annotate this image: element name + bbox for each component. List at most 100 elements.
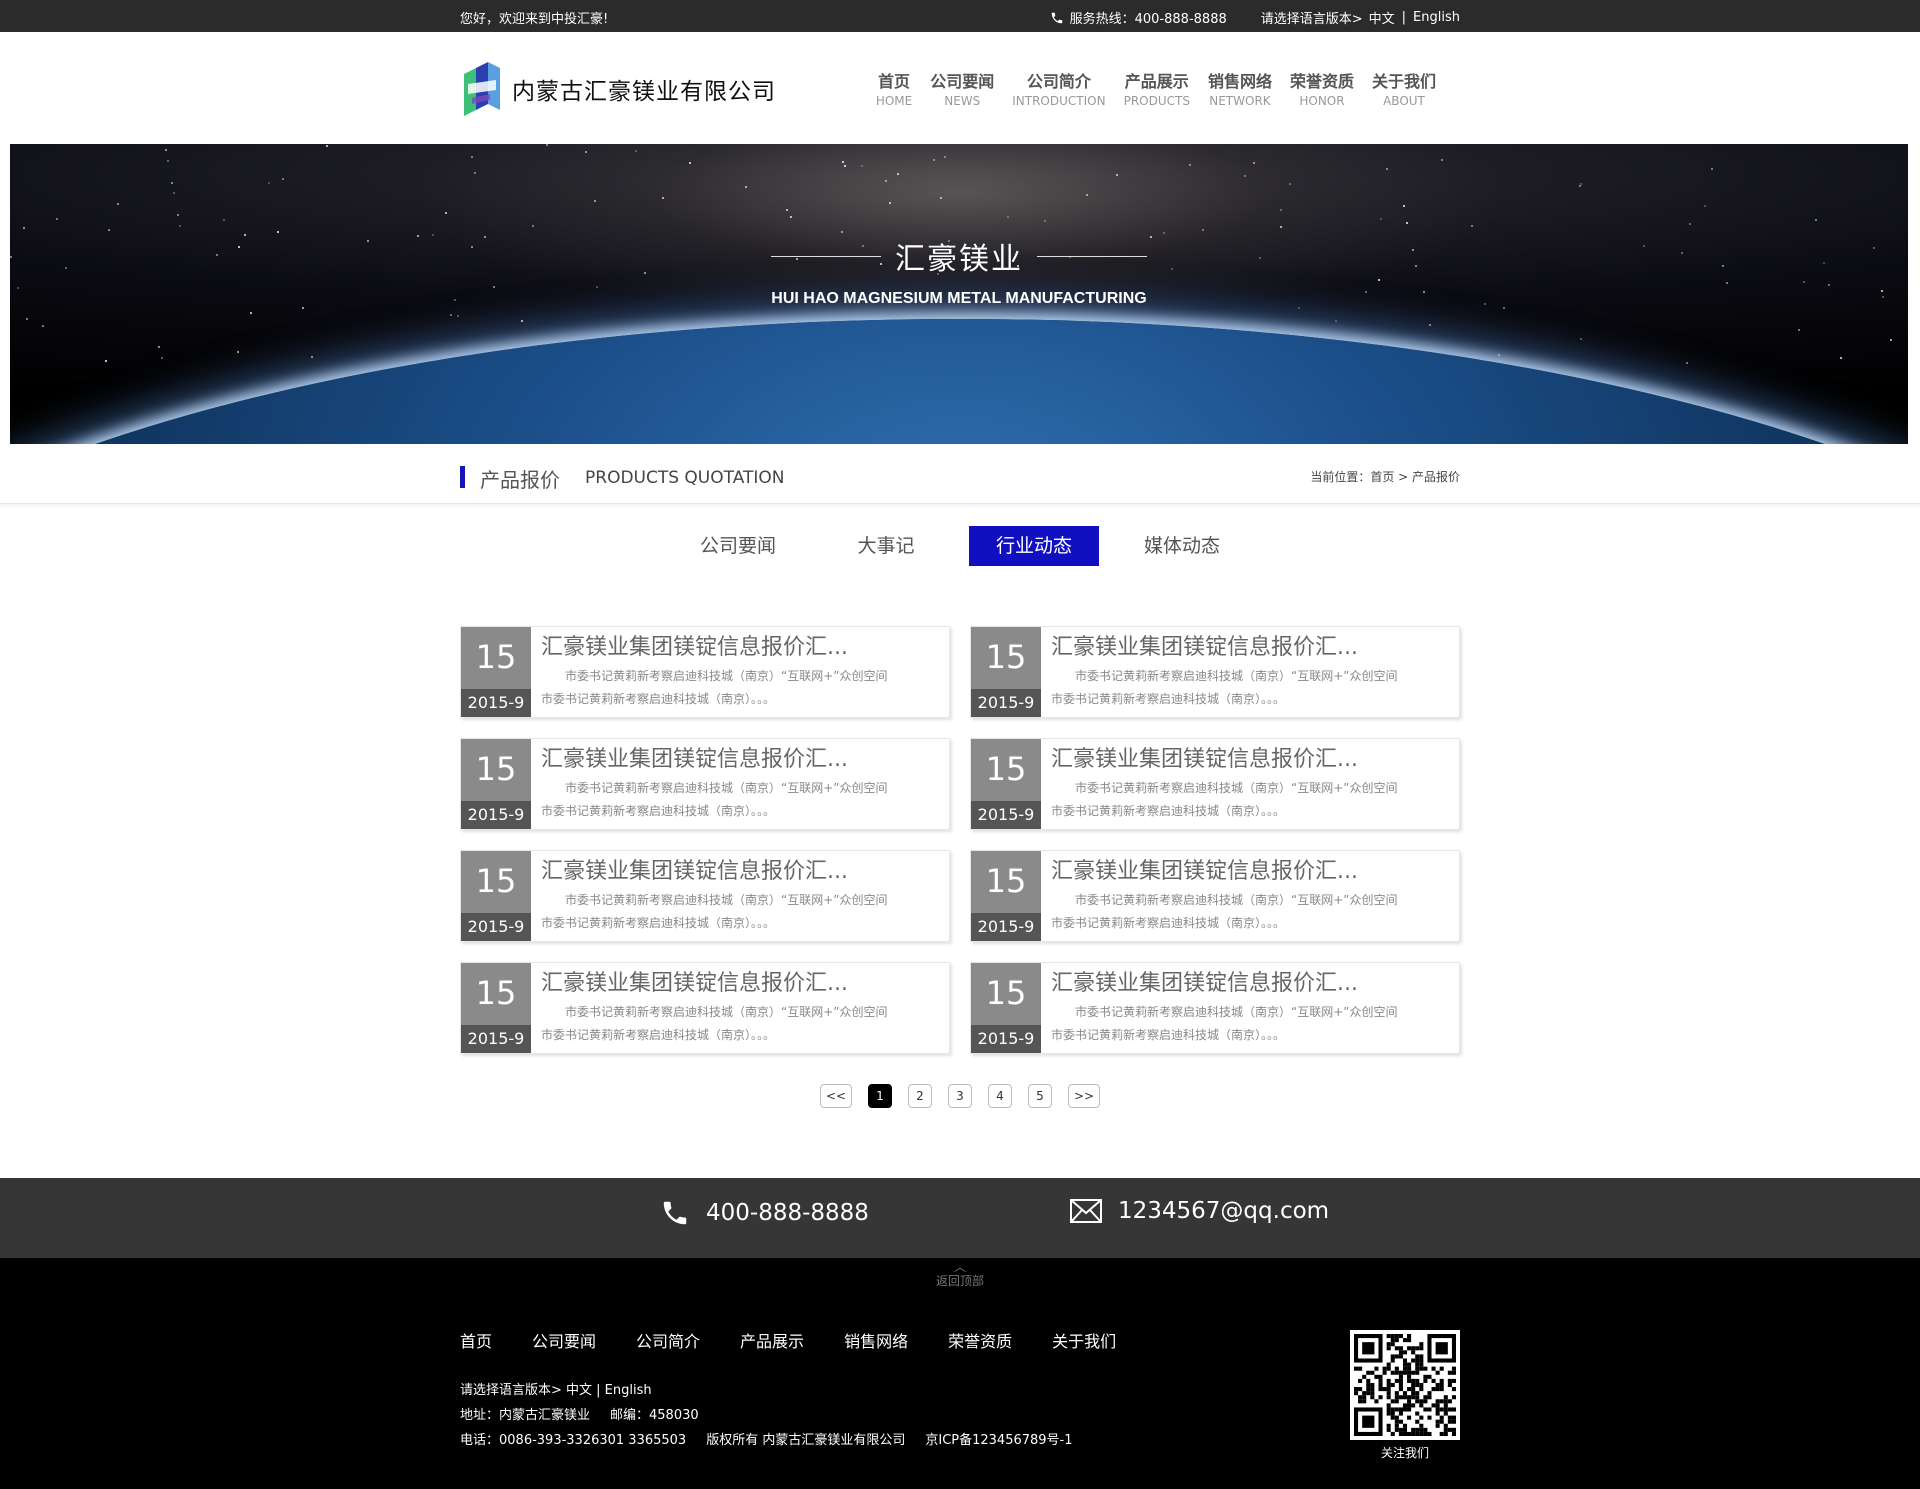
- news-card[interactable]: 15 2015-9 汇豪镁业集团镁锭信息报价汇... 市委书记黄莉新考察启迪科技城（南…: [460, 850, 950, 942]
- footer-address: 地址：内蒙古汇豪镁业: [460, 1408, 591, 1423]
- star-decor: [55, 218, 58, 221]
- tab-industry-news[interactable]: 行业动态: [969, 526, 1099, 566]
- news-card[interactable]: 15 2015-9 汇豪镁业集团镁锭信息报价汇... 市委书记黄莉新考察启迪科技城（南…: [460, 962, 950, 1054]
- star-decor: [25, 317, 28, 320]
- section-title-en: PRODUCTS QUOTATION: [585, 468, 785, 488]
- star-decor: [164, 148, 167, 151]
- news-summary: 市委书记黄莉新考察启迪科技城（南京）“互联网+”众创空间: [1075, 781, 1398, 795]
- star-decor: [325, 144, 328, 147]
- star-decor: [789, 215, 792, 218]
- logo[interactable]: 内蒙古汇豪镁业有限公司: [460, 60, 776, 118]
- news-body: 汇豪镁业集团镁锭信息报价汇... 市委书记黄莉新考察启迪科技城（南京）“互联网+”…: [531, 739, 949, 829]
- star-decor: [237, 350, 240, 353]
- footer-copyright: 版权所有 内蒙古汇豪镁业有限公司: [706, 1433, 906, 1448]
- star-decor: [593, 199, 596, 202]
- news-day: 15: [985, 638, 1027, 676]
- footer-language[interactable]: 请选择语言版本> 中文 | English: [460, 1378, 1073, 1403]
- star-decor: [470, 155, 473, 158]
- title-divider-left: [771, 255, 881, 257]
- contact-phone: 400-888-8888: [660, 1198, 869, 1228]
- company-name: 内蒙古汇豪镁业有限公司: [512, 79, 776, 105]
- next-page-button[interactable]: >>: [1068, 1084, 1100, 1108]
- footer-nav-products[interactable]: 产品展示: [740, 1328, 804, 1352]
- news-body: 汇豪镁业集团镁锭信息报价汇... 市委书记黄莉新考察启迪科技城（南京）“互联网+”…: [1041, 851, 1459, 941]
- page-button-3[interactable]: 3: [948, 1084, 972, 1108]
- news-title[interactable]: 汇豪镁业集团镁锭信息报价汇...: [1051, 965, 1449, 997]
- nav-label-en: NETWORK: [1209, 94, 1271, 108]
- footer-nav-news[interactable]: 公司要闻: [532, 1328, 596, 1352]
- star-decor: [1043, 219, 1046, 222]
- news-title[interactable]: 汇豪镁业集团镁锭信息报价汇...: [541, 853, 939, 885]
- footer-nav-honor[interactable]: 荣誉资质: [948, 1328, 1012, 1352]
- nav-item-news[interactable]: 公司要闻 NEWS: [930, 68, 994, 108]
- news-summary: 市委书记黄莉新考察启迪科技城（南京）“互联网+”众创空间: [1075, 669, 1398, 683]
- welcome-text: 您好，欢迎来到中投汇豪!: [460, 12, 609, 27]
- breadcrumb[interactable]: 当前位置：首页 > 产品报价: [1310, 468, 1460, 485]
- site-header: 内蒙古汇豪镁业有限公司 首页 HOME 公司要闻 NEWS 公司简介 INTRODUC…: [0, 32, 1920, 144]
- star-decor: [160, 357, 163, 360]
- lang-english-link[interactable]: English: [1413, 10, 1460, 25]
- star-decor: [172, 192, 175, 195]
- news-card[interactable]: 15 2015-9 汇豪镁业集团镁锭信息报价汇... 市委书记黄莉新考察启迪科技城（南…: [460, 626, 950, 718]
- news-card[interactable]: 15 2015-9 汇豪镁业集团镁锭信息报价汇... 市委书记黄莉新考察启迪科技城（南…: [970, 626, 1460, 718]
- nav-item-home[interactable]: 首页 HOME: [876, 68, 912, 108]
- nav-label-en: NEWS: [944, 94, 981, 108]
- star-decor: [840, 230, 843, 233]
- news-card[interactable]: 15 2015-9 汇豪镁业集团镁锭信息报价汇... 市委书记黄莉新考察启迪科技城（南…: [970, 850, 1460, 942]
- footer-nav-introduction[interactable]: 公司简介: [636, 1328, 700, 1352]
- news-date: 15 2015-9: [971, 851, 1041, 941]
- nav-label-en: ABOUT: [1383, 94, 1425, 108]
- nav-item-network[interactable]: 销售网络 NETWORK: [1208, 68, 1272, 108]
- star-decor: [1252, 161, 1255, 164]
- news-year-month: 2015-9: [461, 1025, 531, 1053]
- banner-title-row: 汇豪镁业: [757, 234, 1161, 278]
- chevron-up-icon: ︿: [953, 1260, 966, 1274]
- star-decor: [1428, 323, 1431, 326]
- page-button-2[interactable]: 2: [908, 1084, 932, 1108]
- star-decor: [107, 228, 110, 231]
- star-decor: [311, 355, 314, 358]
- tab-media-news[interactable]: 媒体动态: [1117, 526, 1247, 566]
- star-decor: [1686, 362, 1689, 365]
- page-button-5[interactable]: 5: [1028, 1084, 1052, 1108]
- news-title[interactable]: 汇豪镁业集团镁锭信息报价汇...: [541, 629, 939, 661]
- footer-nav-network[interactable]: 销售网络: [844, 1328, 908, 1352]
- section-title-cn: 产品报价: [480, 468, 560, 492]
- news-title[interactable]: 汇豪镁业集团镁锭信息报价汇...: [541, 741, 939, 773]
- footer-nav-home[interactable]: 首页: [460, 1328, 492, 1352]
- prev-page-button[interactable]: <<: [820, 1084, 852, 1108]
- star-decor: [176, 214, 179, 217]
- news-title[interactable]: 汇豪镁业集团镁锭信息报价汇...: [1051, 853, 1449, 885]
- star-decor: [843, 164, 846, 167]
- news-summary: 市委书记黄莉新考察启迪科技城（南京）“互联网+”众创空间: [565, 669, 888, 683]
- nav-item-about[interactable]: 关于我们 ABOUT: [1372, 68, 1436, 108]
- nav-item-products[interactable]: 产品展示 PRODUCTS: [1124, 68, 1190, 108]
- news-date: 15 2015-9: [971, 627, 1041, 717]
- news-card[interactable]: 15 2015-9 汇豪镁业集团镁锭信息报价汇... 市委书记黄莉新考察启迪科技城（南…: [970, 962, 1460, 1054]
- news-day: 15: [475, 862, 517, 900]
- news-card[interactable]: 15 2015-9 汇豪镁业集团镁锭信息报价汇... 市委书记黄莉新考察启迪科技城（南…: [970, 738, 1460, 830]
- news-year-month: 2015-9: [461, 913, 531, 941]
- contact-email-address[interactable]: 1234567@qq.com: [1118, 1198, 1329, 1224]
- news-title[interactable]: 汇豪镁业集团镁锭信息报价汇...: [541, 965, 939, 997]
- star-decor: [268, 181, 271, 184]
- news-card[interactable]: 15 2015-9 汇豪镁业集团镁锭信息报价汇... 市委书记黄莉新考察启迪科技城（南…: [460, 738, 950, 830]
- lang-chinese-link[interactable]: 中文: [1369, 8, 1395, 27]
- star-decor: [943, 155, 946, 158]
- star-decor: [1840, 357, 1843, 360]
- news-body: 汇豪镁业集团镁锭信息报价汇... 市委书记黄莉新考察启迪科技城（南京）“互联网+”…: [531, 851, 949, 941]
- tab-milestones[interactable]: 大事记: [821, 526, 951, 566]
- news-body: 汇豪镁业集团镁锭信息报价汇... 市委书记黄莉新考察启迪科技城（南京）“互联网+”…: [531, 963, 949, 1053]
- nav-label-cn: 首页: [878, 72, 911, 91]
- news-title[interactable]: 汇豪镁业集团镁锭信息报价汇...: [1051, 741, 1449, 773]
- back-to-top-button[interactable]: ︿ 返回顶部: [0, 1260, 1920, 1289]
- star-decor: [1279, 208, 1282, 211]
- nav-item-honor[interactable]: 荣誉资质 HONOR: [1290, 68, 1354, 108]
- tab-company-news[interactable]: 公司要闻: [673, 526, 803, 566]
- news-day: 15: [475, 638, 517, 676]
- footer-nav-about[interactable]: 关于我们: [1052, 1328, 1116, 1352]
- page-button-1[interactable]: 1: [868, 1084, 892, 1108]
- news-title[interactable]: 汇豪镁业集团镁锭信息报价汇...: [1051, 629, 1449, 661]
- page-button-4[interactable]: 4: [988, 1084, 1012, 1108]
- nav-item-introduction[interactable]: 公司简介 INTRODUCTION: [1012, 68, 1105, 108]
